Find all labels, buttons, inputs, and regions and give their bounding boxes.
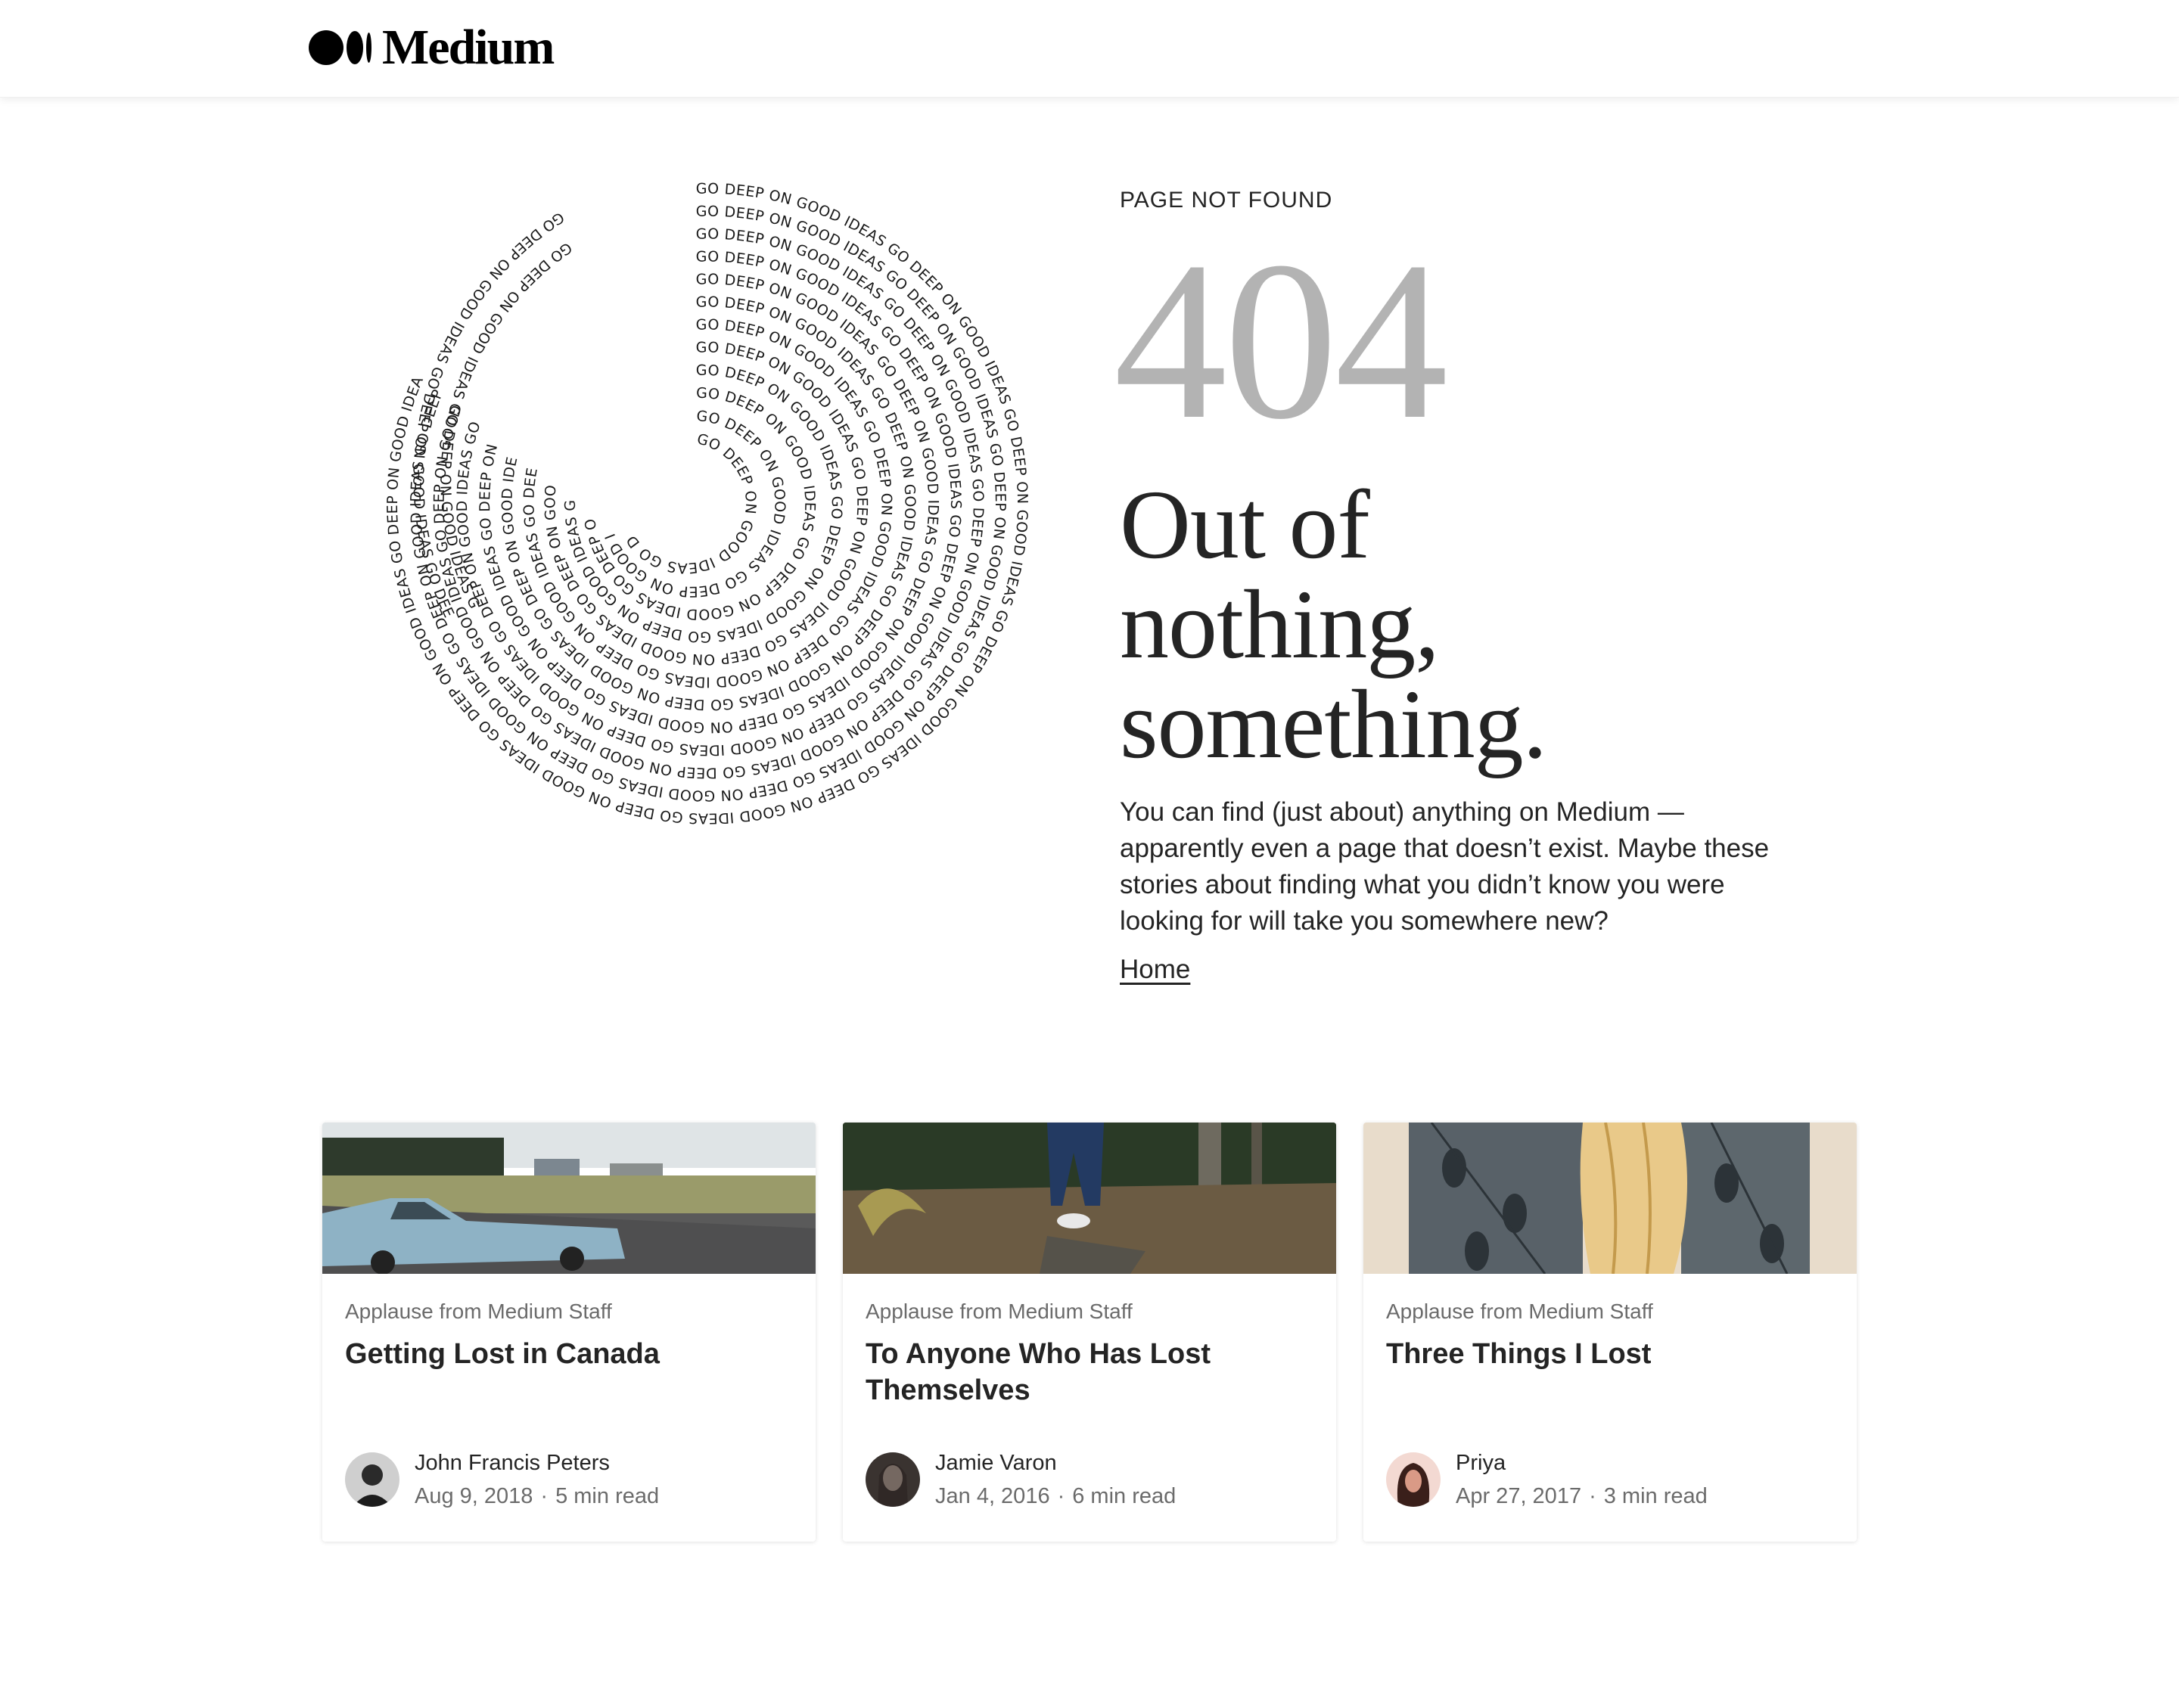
- read-time: 3 min read: [1603, 1484, 1708, 1508]
- medium-logo-mark-icon: [309, 30, 371, 65]
- card-title[interactable]: Three Things I Lost: [1386, 1336, 1840, 1372]
- meta-separator: ·: [540, 1484, 549, 1508]
- story-image-forest-walk: [843, 1123, 1336, 1274]
- story-card-1[interactable]: Applause from Medium Staff Getting Lost …: [322, 1123, 816, 1542]
- story-card-2[interactable]: Applause from Medium Staff To Anyone Who…: [843, 1123, 1336, 1542]
- publish-date: Jan 4, 2016: [935, 1484, 1050, 1508]
- author-name[interactable]: John Francis Peters: [415, 1451, 610, 1476]
- author-avatar[interactable]: [1386, 1452, 1441, 1507]
- page-not-found-label: PAGE NOT FOUND: [1120, 188, 1333, 213]
- story-meta: Apr 27, 2017 · 3 min read: [1456, 1484, 1708, 1509]
- story-card-3[interactable]: Applause from Medium Staff Three Things …: [1363, 1123, 1857, 1542]
- card-kicker: Applause from Medium Staff: [345, 1300, 612, 1323]
- logo-wordmark: Medium: [382, 20, 555, 75]
- publish-date: Apr 27, 2017: [1456, 1484, 1582, 1508]
- headline-line-1: Out of: [1120, 470, 1370, 579]
- publish-date: Aug 9, 2018: [415, 1484, 533, 1508]
- error-code: 404: [1114, 215, 1448, 466]
- read-time: 5 min read: [555, 1484, 660, 1508]
- top-bar: Medium: [0, 0, 2179, 98]
- card-kicker: Applause from Medium Staff: [866, 1300, 1133, 1323]
- page-headline: Out of nothing, something.: [1120, 475, 1801, 775]
- author-avatar[interactable]: [345, 1452, 399, 1507]
- headline-line-3: something.: [1120, 670, 1547, 779]
- card-title[interactable]: To Anyone Who Has Lost Themselves: [866, 1336, 1320, 1408]
- story-image-illustration: [1363, 1123, 1857, 1274]
- body-paragraph: You can find (just about) anything on Me…: [1120, 797, 1770, 936]
- medium-logo[interactable]: Medium: [309, 20, 555, 75]
- spiral-text-illustration: GO DEEP ON GOOD IDEAS GO DEEP ON GOOD ID…: [327, 138, 1059, 908]
- author-avatar[interactable]: [866, 1452, 920, 1507]
- meta-separator: ·: [1589, 1484, 1596, 1508]
- card-kicker: Applause from Medium Staff: [1386, 1300, 1653, 1323]
- read-time: 6 min read: [1072, 1484, 1177, 1508]
- card-title[interactable]: Getting Lost in Canada: [345, 1336, 799, 1372]
- headline-line-2: nothing,: [1120, 570, 1440, 679]
- author-name[interactable]: Jamie Varon: [935, 1451, 1057, 1476]
- story-meta: Jan 4, 2016 · 6 min read: [935, 1484, 1176, 1509]
- author-name[interactable]: Priya: [1456, 1451, 1506, 1476]
- story-meta: Aug 9, 2018 · 5 min read: [415, 1484, 659, 1509]
- meta-separator: ·: [1057, 1484, 1065, 1508]
- home-link[interactable]: Home: [1120, 955, 1190, 985]
- story-image-car: [322, 1123, 816, 1274]
